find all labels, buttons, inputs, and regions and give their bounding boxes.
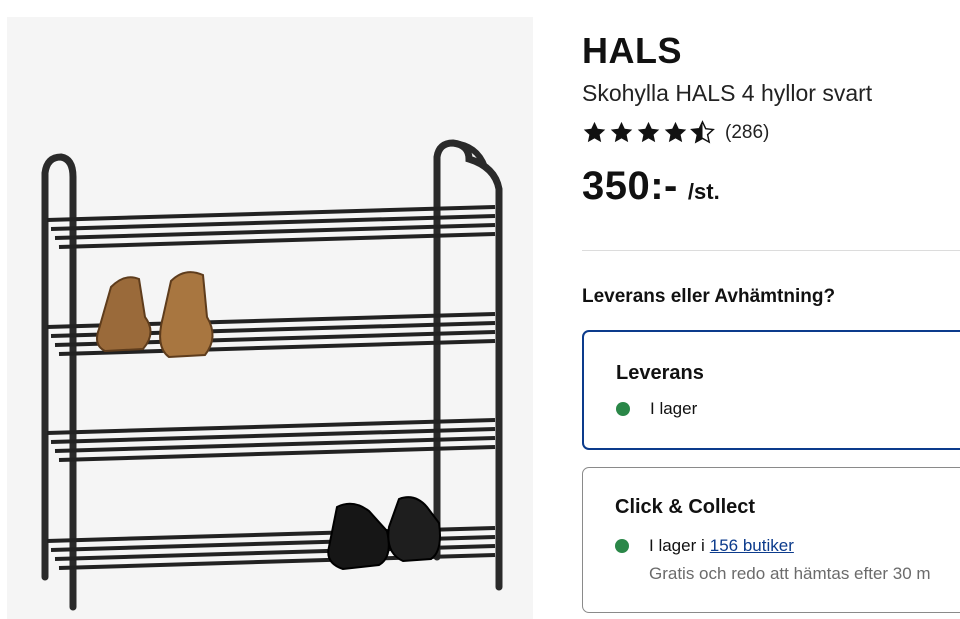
in-stock-dot-icon xyxy=(616,402,630,416)
product-rating[interactable]: (286) xyxy=(582,120,769,145)
shoe-rack-image xyxy=(41,139,503,611)
star-full-icon xyxy=(609,120,634,145)
black-shoes xyxy=(327,496,441,571)
product-image[interactable] xyxy=(7,17,533,619)
product-info: HALS Skohylla HALS 4 hyllor svart (286) … xyxy=(582,0,960,619)
rating-stars xyxy=(582,120,715,145)
star-full-icon xyxy=(663,120,688,145)
star-half-icon xyxy=(690,120,715,145)
delivery-option-leverans[interactable]: Leverans I lager xyxy=(582,330,960,450)
product-price: 350:- /st. xyxy=(582,164,720,209)
brown-boots xyxy=(96,271,214,359)
divider xyxy=(582,250,960,251)
review-count[interactable]: (286) xyxy=(725,122,769,144)
stock-status-text: I lager xyxy=(650,399,698,418)
stock-status: I lager i 156 butiker xyxy=(615,536,794,556)
in-stock-dot-icon xyxy=(615,539,629,553)
stock-status-text: I lager i xyxy=(649,536,705,555)
delivery-heading: Leverans eller Avhämtning? xyxy=(582,286,836,307)
option-title: Click & Collect xyxy=(615,496,756,518)
delivery-option-click-collect[interactable]: Click & Collect I lager i 156 butiker Gr… xyxy=(582,467,960,613)
star-full-icon xyxy=(582,120,607,145)
stock-status: I lager xyxy=(616,399,697,419)
option-title: Leverans xyxy=(616,362,704,384)
star-full-icon xyxy=(636,120,661,145)
price-amount: 350:- xyxy=(582,164,678,208)
product-name: Skohylla HALS 4 hyllor svart xyxy=(582,80,873,106)
product-brand: HALS xyxy=(582,30,682,71)
pickup-note: Gratis och redo att hämtas efter 30 m xyxy=(649,564,931,583)
price-unit: /st. xyxy=(687,179,720,204)
stores-link[interactable]: 156 butiker xyxy=(710,536,794,556)
